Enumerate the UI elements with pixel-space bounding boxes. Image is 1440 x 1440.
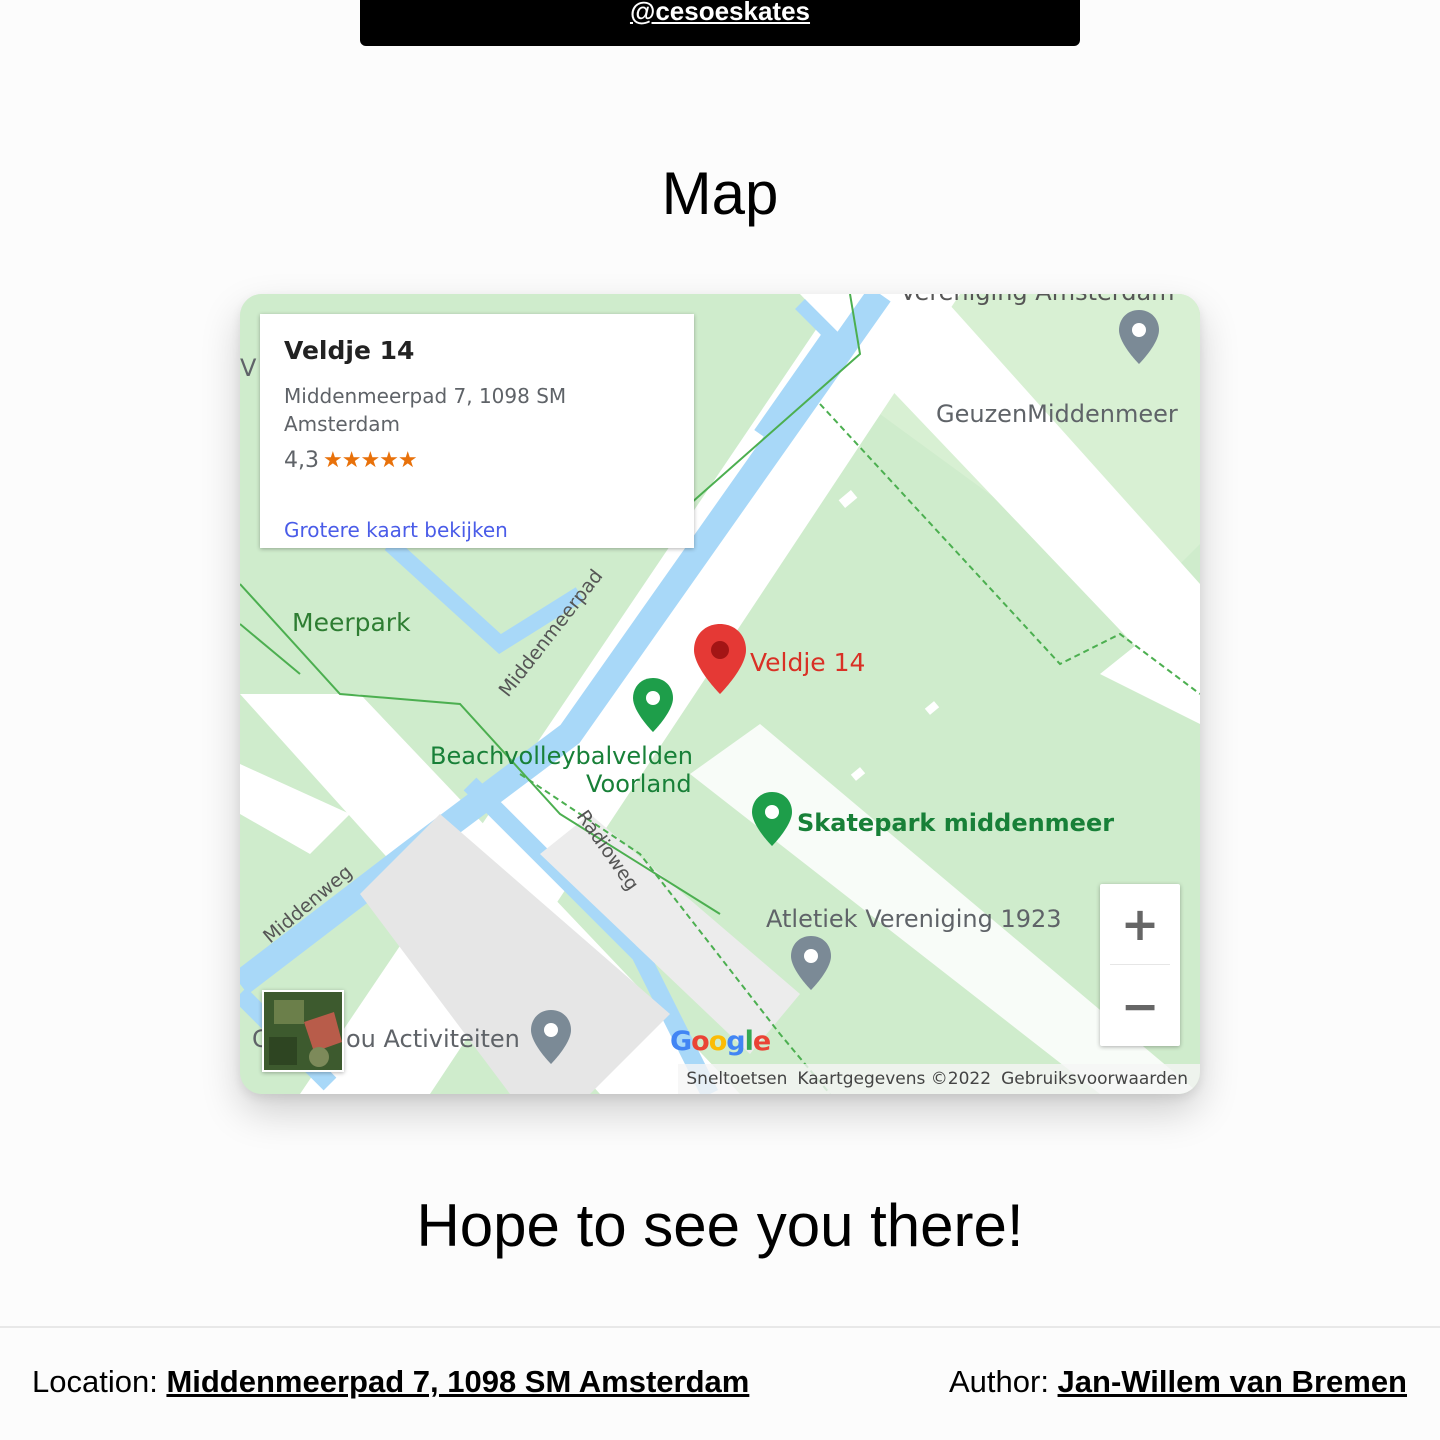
rating-stars-icon: ★★★★★ [323,448,418,473]
map-section-title: Map [661,160,779,227]
label-left-cut-v: V [240,354,257,382]
footer-author: Author: Jan-Willem van Bremen [949,1364,1407,1400]
label-geuzenmiddenmeer: GeuzenMiddenmeer [936,400,1178,428]
label-beachvolley-2: Voorland [586,770,692,798]
author-name-link[interactable]: Jan-Willem van Bremen [1058,1364,1407,1399]
zoom-divider [1110,964,1170,965]
zoom-out-button[interactable]: − [1100,966,1180,1046]
map-embed[interactable]: Vereniging Amsterdam GeuzenMiddenmeer Me… [240,294,1200,1094]
zoom-controls: + − [1100,884,1180,1046]
view-larger-map-link[interactable]: Grotere kaart bekijken [284,518,508,542]
rating-row: 4,3 ★★★★★ [284,448,418,473]
footer-location: Location: Middenmeerpad 7, 1098 SM Amste… [32,1364,749,1400]
place-name: Veldje 14 [284,336,415,365]
google-logo: Google [670,1026,771,1057]
instagram-handle-link[interactable]: @cesoeskates [630,0,810,28]
satellite-toggle-thumbnail[interactable] [262,990,344,1072]
place-address: Middenmeerpad 7, 1098 SM Amsterdam [284,384,567,436]
footer-divider [0,1326,1440,1328]
label-meerpark: Meerpark [292,608,411,637]
satellite-preview-icon [264,992,342,1070]
map-data-credit: Kaartgegevens ©2022 [797,1069,992,1089]
label-activiteiten: ou Activiteiten [346,1025,520,1053]
label-beachvolley-1: Beachvolleybalvelden [430,742,693,770]
terms-link[interactable]: Gebruiksvoorwaarden [1001,1069,1188,1089]
map-attribution-bar: Sneltoetsen Kaartgegevens ©2022 Gebruiks… [678,1064,1200,1094]
top-banner: @cesoeskates [360,0,1080,46]
location-label: Location: [32,1364,167,1399]
label-atletiek: Atletiek Vereniging 1923 [766,905,1062,933]
author-label: Author: [948,1364,1058,1399]
zoom-in-button[interactable]: + [1100,884,1180,964]
label-vereniging-amsterdam: Vereniging Amsterdam [900,294,1175,306]
label-skatepark: Skatepark middenmeer [797,809,1114,837]
location-address-link[interactable]: Middenmeerpad 7, 1098 SM Amsterdam [166,1364,749,1399]
keyboard-shortcuts-link[interactable]: Sneltoetsen [686,1069,787,1089]
rating-value: 4,3 [284,448,319,473]
page: @cesoeskates Map GeuzenMiddenmeer Meerpa… [0,0,1440,1440]
place-info-card: Veldje 14 Middenmeerpad 7, 1098 SM Amste… [260,314,694,548]
closing-message: Hope to see you there! [416,1192,1024,1259]
label-veldje-14: Veldje 14 [750,648,865,677]
